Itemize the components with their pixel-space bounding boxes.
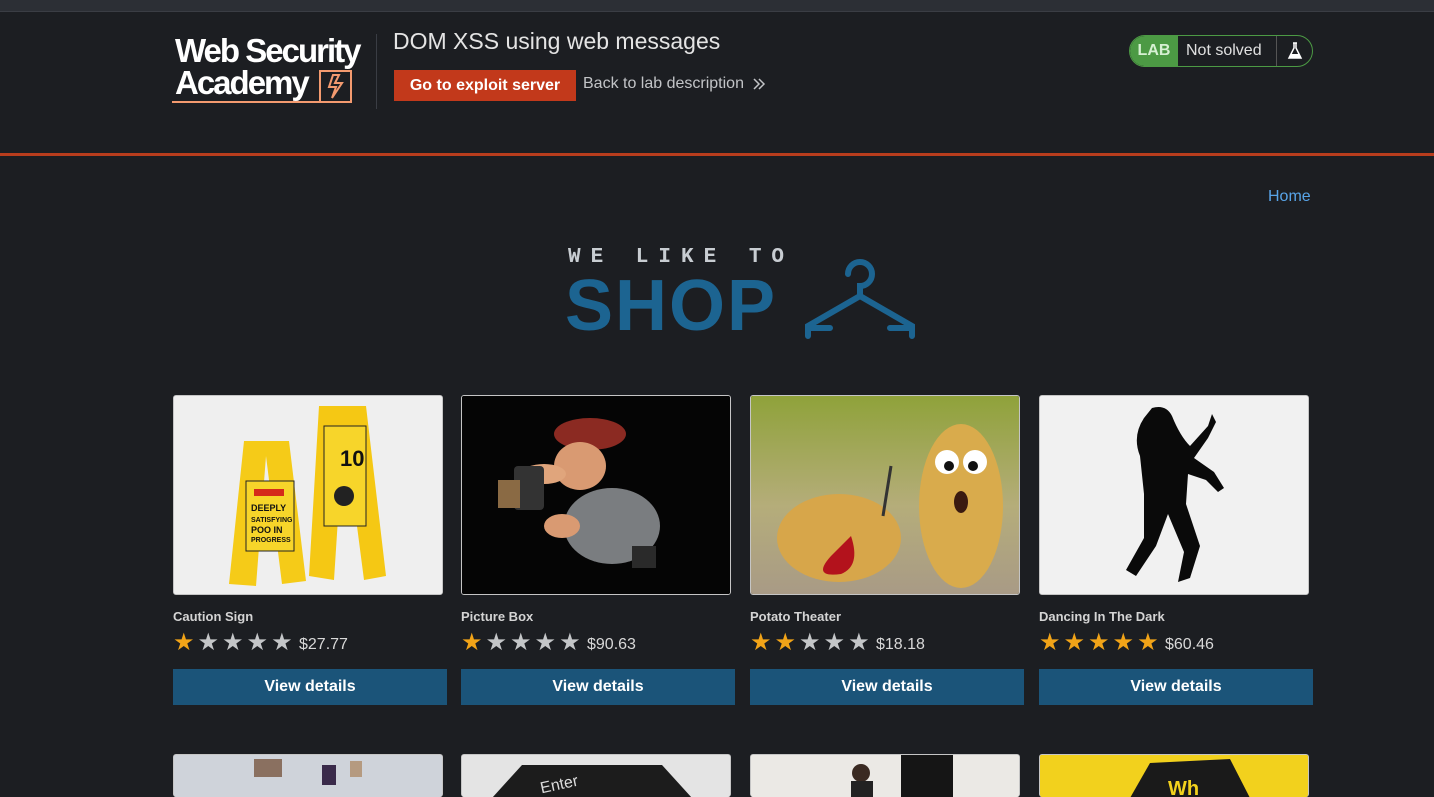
rating-stars: ★ ★ ★ ★ ★ <box>461 631 581 655</box>
banner-title: SHOP <box>565 266 778 346</box>
product-name: Dancing In The Dark <box>1039 609 1165 624</box>
rating-stars: ★ ★ ★ ★ ★ <box>750 631 870 655</box>
product-image[interactable]: Enter <box>461 754 731 797</box>
svg-text:Wh: Wh <box>1168 778 1199 797</box>
svg-text:PROGRESS: PROGRESS <box>251 537 291 544</box>
lab-title: DOM XSS using web messages <box>393 28 721 54</box>
logo-bolt-icon <box>319 70 352 103</box>
star-icon: ★ <box>1112 629 1135 656</box>
product-image-picture-box[interactable] <box>461 395 731 595</box>
double-chevron-right-icon <box>753 78 766 90</box>
product-image-caution-sign[interactable]: DEEPLY SATISFYING POO IN PROGRESS 10 <box>173 395 443 595</box>
star-icon: ★ <box>823 629 846 656</box>
svg-text:10: 10 <box>340 446 364 471</box>
star-icon: ★ <box>510 629 532 656</box>
logo-line-1: Web Security <box>175 32 361 69</box>
star-icon: ★ <box>271 629 293 656</box>
lab-header: Web Security Academy DOM XSS using web m… <box>0 12 1434 156</box>
star-icon: ★ <box>222 629 244 656</box>
shop-banner: WE LIKE TO SHOP <box>565 246 925 346</box>
star-icon: ★ <box>173 629 195 656</box>
exploit-server-button[interactable]: Go to exploit server <box>394 70 576 101</box>
svg-text:POO IN: POO IN <box>251 525 283 535</box>
rating-stars: ★ ★ ★ ★ ★ <box>173 631 293 655</box>
star-icon: ★ <box>197 629 220 656</box>
view-details-button[interactable]: View details <box>750 669 1024 705</box>
star-icon: ★ <box>246 629 269 656</box>
star-icon: ★ <box>461 629 483 656</box>
product-name: Picture Box <box>461 609 534 624</box>
star-icon: ★ <box>1137 629 1159 656</box>
product-image[interactable]: Wh <box>1039 754 1309 797</box>
logo-underline <box>172 101 320 103</box>
back-link-label: Back to lab description <box>583 75 744 92</box>
back-to-description-link[interactable]: Back to lab description <box>583 75 766 93</box>
view-details-button[interactable]: View details <box>173 669 447 705</box>
star-icon: ★ <box>848 629 870 656</box>
product-image-potato-theater[interactable] <box>750 395 1020 595</box>
product-image[interactable] <box>173 754 443 797</box>
star-icon: ★ <box>485 629 508 656</box>
logo-line-2: Academy <box>175 64 310 101</box>
flask-icon <box>1276 36 1312 66</box>
product-price: $90.63 <box>587 636 636 653</box>
academy-logo[interactable]: Web Security Academy <box>172 34 377 109</box>
product-price: $27.77 <box>299 636 348 653</box>
product-image-dancing-in-the-dark[interactable] <box>1039 395 1309 595</box>
star-icon: ★ <box>559 629 581 656</box>
view-details-button[interactable]: View details <box>1039 669 1313 705</box>
product-name: Potato Theater <box>750 609 842 624</box>
product-price: $60.46 <box>1165 636 1214 653</box>
view-details-button[interactable]: View details <box>461 669 735 705</box>
svg-text:DEEPLY: DEEPLY <box>251 503 286 513</box>
star-icon: ★ <box>534 629 557 656</box>
product-price: $18.18 <box>876 636 925 653</box>
lab-status-badge: LAB Not solved <box>1129 35 1313 67</box>
star-icon: ★ <box>1063 629 1086 656</box>
rating-stars: ★ ★ ★ ★ ★ <box>1039 631 1159 655</box>
star-icon: ★ <box>1039 629 1061 656</box>
product-image[interactable] <box>750 754 1020 797</box>
browser-top-strip <box>0 0 1434 12</box>
home-link[interactable]: Home <box>1268 188 1311 206</box>
lab-status-text: Not solved <box>1186 42 1262 59</box>
svg-text:SATISFYING: SATISFYING <box>251 517 293 524</box>
product-name: Caution Sign <box>173 609 254 624</box>
lab-tag: LAB <box>1130 36 1178 66</box>
star-icon: ★ <box>774 629 797 656</box>
star-icon: ★ <box>1088 629 1110 656</box>
star-icon: ★ <box>750 629 772 656</box>
hanger-icon <box>805 259 915 339</box>
star-icon: ★ <box>799 629 821 656</box>
